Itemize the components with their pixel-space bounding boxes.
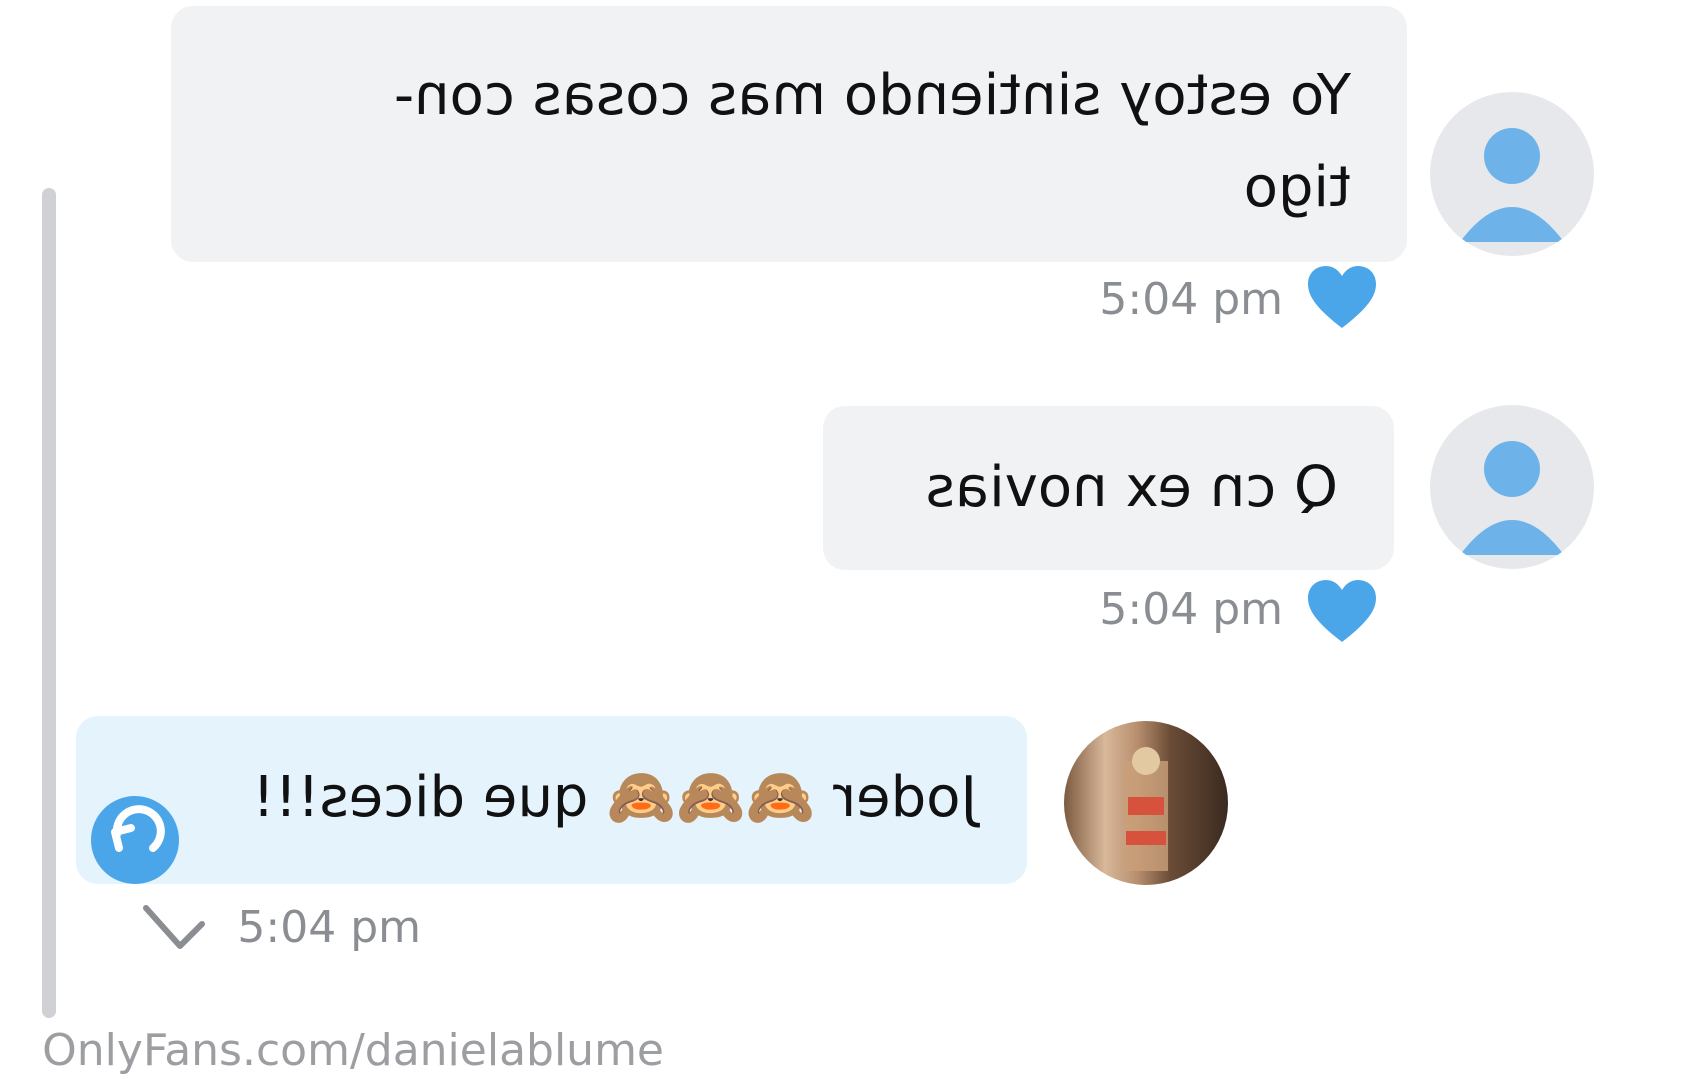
heart-icon[interactable] <box>1306 264 1378 330</box>
heart-icon[interactable] <box>1306 578 1378 644</box>
scrollbar[interactable] <box>42 188 56 1018</box>
message-bubble[interactable]: Yo estoy sintiendo mas cosas con- tigo <box>171 6 1407 262</box>
message-time: 5:04 pm <box>1099 584 1283 635</box>
message-text: Q cn ex novias <box>925 455 1338 520</box>
message-text: Joder 🙈🙈🙈 que dices!!! <box>252 765 977 830</box>
message-bubble[interactable]: Q cn ex novias <box>823 406 1394 570</box>
message-text: Yo estoy sintiendo mas cosas con- tigo <box>393 63 1351 220</box>
default-user-icon <box>1460 441 1564 555</box>
profile-photo <box>1124 747 1168 871</box>
default-user-icon <box>1460 128 1564 242</box>
reply-arrow-icon[interactable] <box>89 794 181 890</box>
chat-view: Yo estoy sintiendo mas cosas con- tigo 5… <box>0 0 1682 1079</box>
watermark: OnlyFans.com/danielablume <box>42 1025 664 1076</box>
sender-avatar[interactable] <box>1430 92 1594 256</box>
sender-avatar[interactable] <box>1430 405 1594 569</box>
check-icon <box>142 902 208 956</box>
message-bubble[interactable]: Joder 🙈🙈🙈 que dices!!! <box>76 716 1027 884</box>
user-avatar[interactable] <box>1064 721 1228 885</box>
message-time: 5:04 pm <box>1099 274 1283 325</box>
message-time: 5:04 pm <box>237 902 421 953</box>
